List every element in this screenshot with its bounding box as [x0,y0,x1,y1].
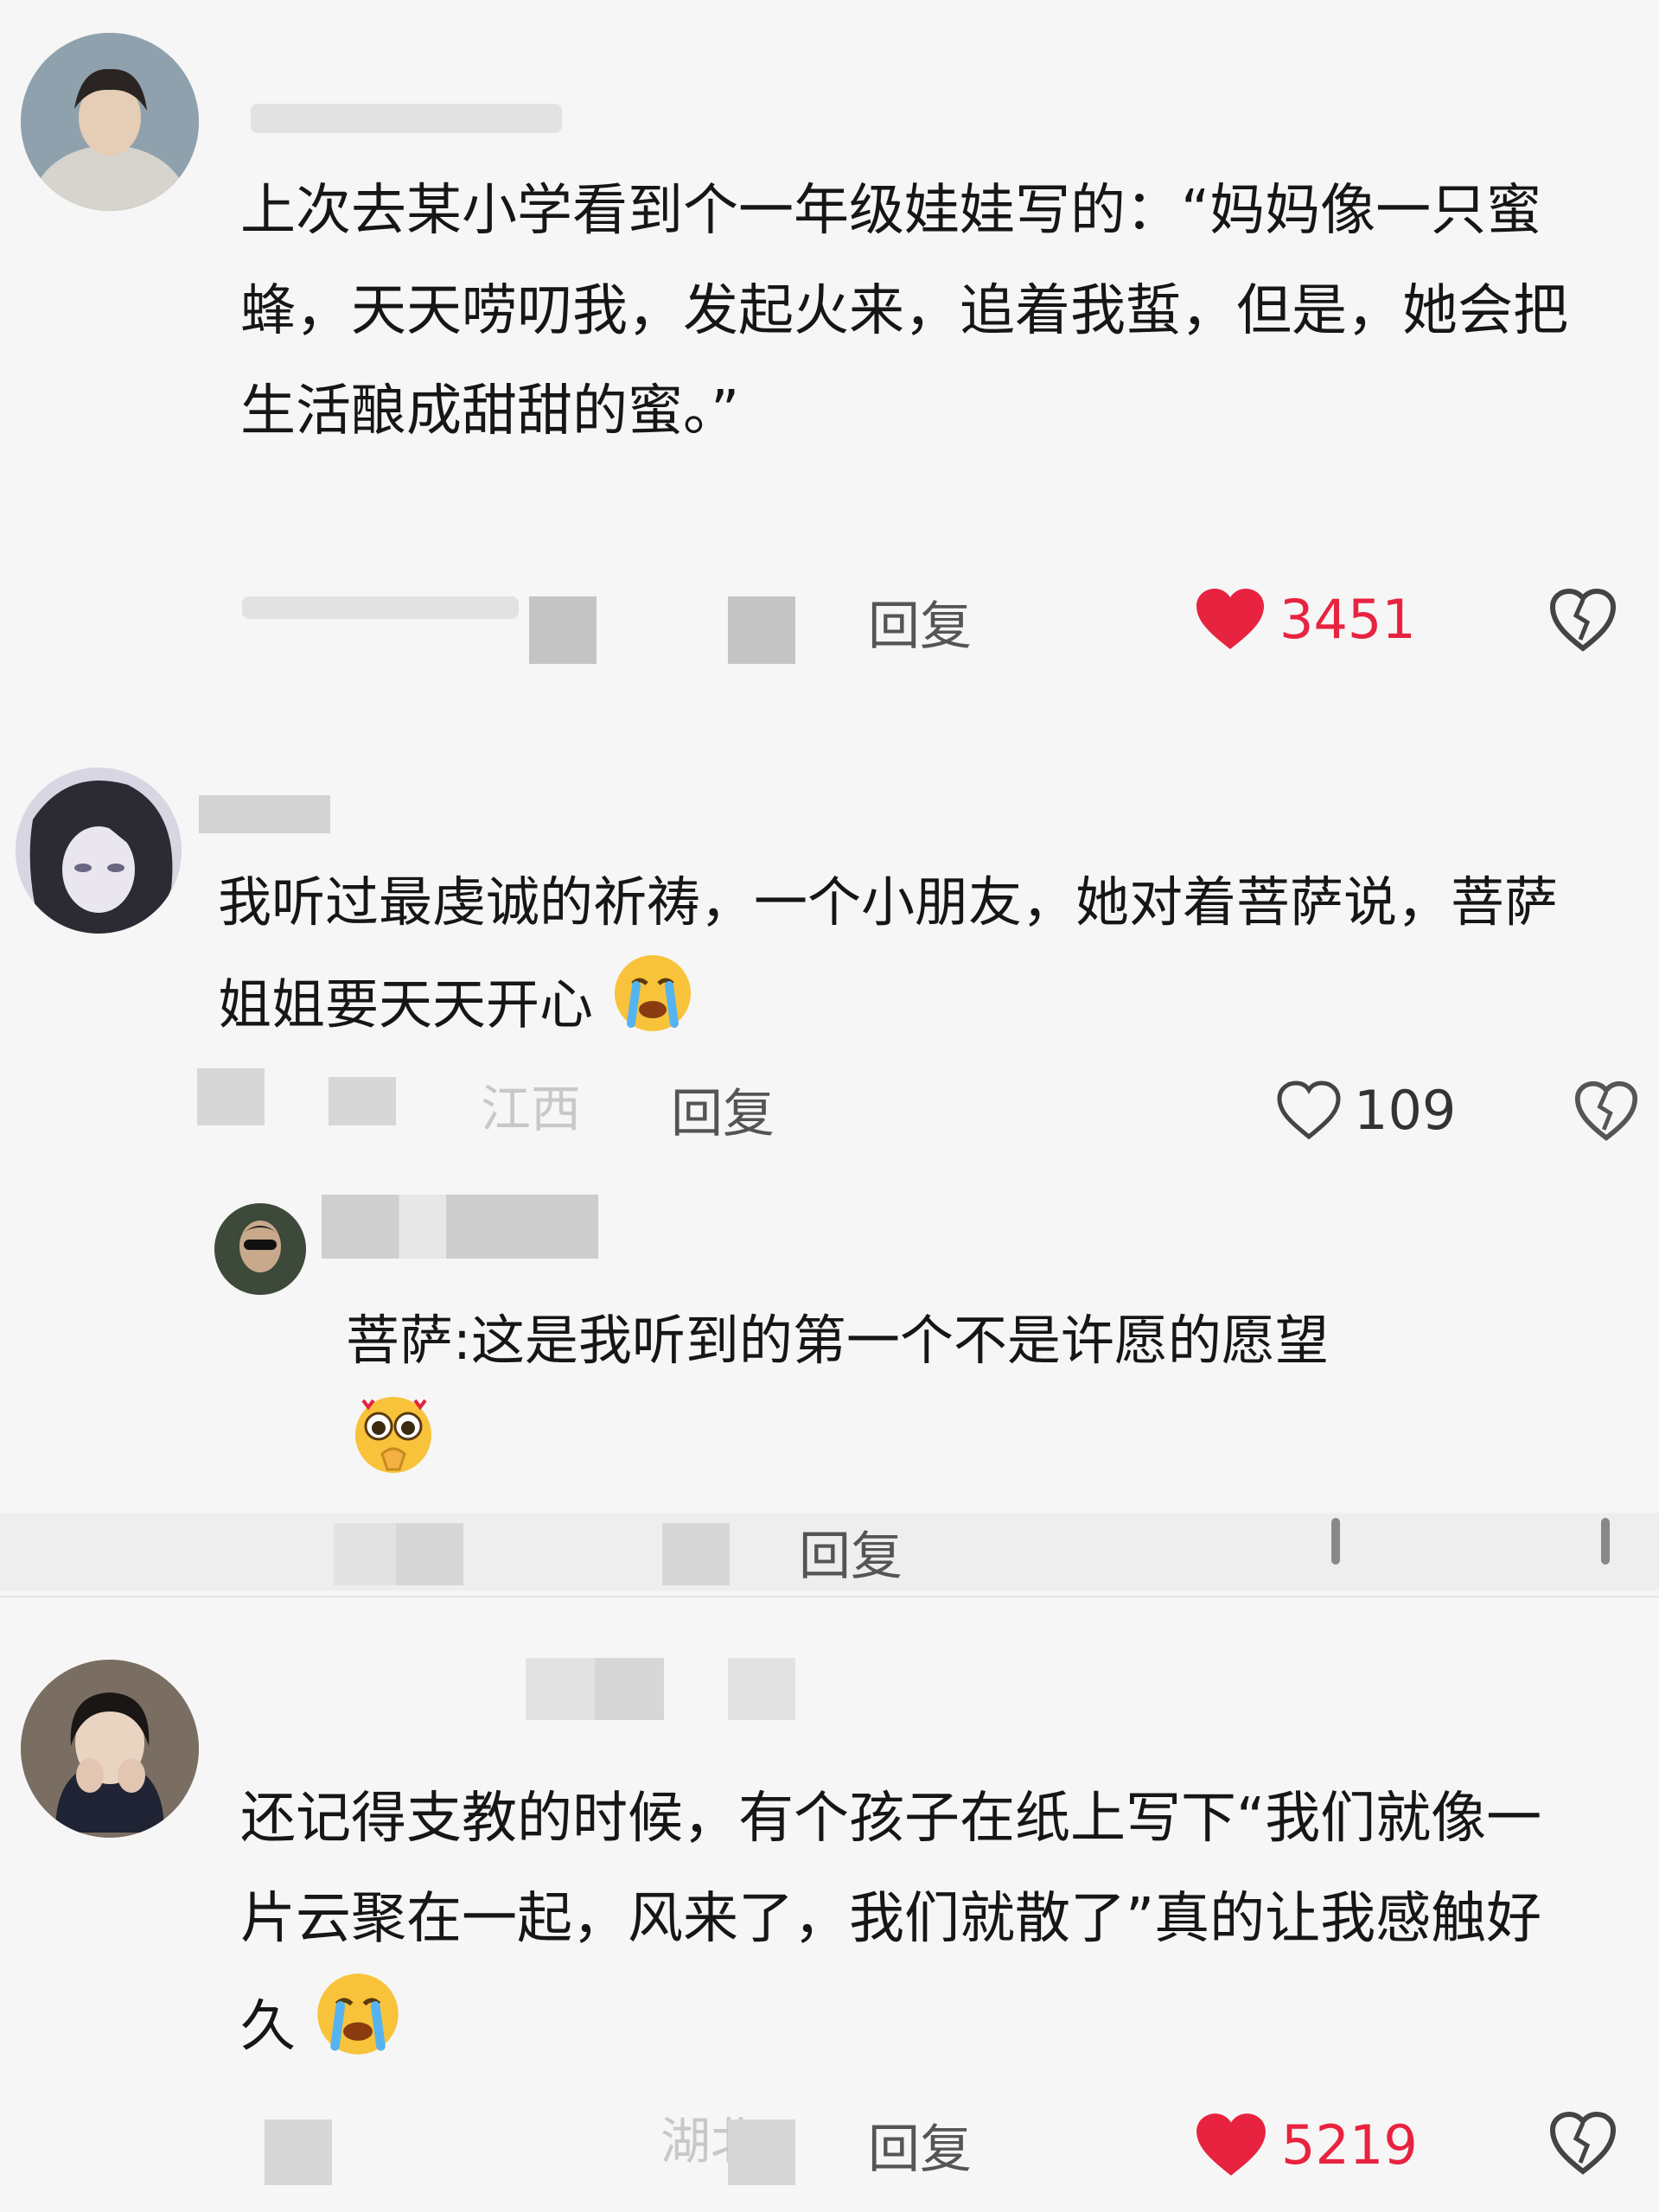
timestamp-blurred [242,596,519,619]
avatar[interactable] [16,768,182,934]
comment-text: 我听过最虔诚的祈祷，一个小朋友，她对着菩萨说，菩萨姐姐要天天开心 [218,854,1601,1066]
avatar-image [21,33,199,211]
location-mosaic [329,1077,396,1125]
username-mosaic[interactable] [728,1658,795,1720]
heart-filled-icon [1196,2113,1266,2176]
pleading-emoji [346,1388,441,1508]
broken-heart-icon [1549,588,1617,652]
username-mosaic[interactable] [199,795,330,833]
crying-emoji [610,951,695,1066]
reply-button[interactable]: 回复 [671,1072,775,1147]
reply-button[interactable]: 回复 [799,1514,903,1590]
reply-text: 菩萨:这是我听到的第一个不是许愿的愿望 [346,1293,1608,1508]
broken-heart-icon [1549,2111,1617,2175]
avatar[interactable] [21,33,199,211]
heart-outline-icon [1277,1081,1341,1140]
reply-button[interactable]: 回复 [868,2107,972,2183]
scroll-indicator [1601,1518,1610,1565]
dislike-button[interactable] [1547,2109,1618,2180]
reply-button[interactable]: 回复 [868,584,972,660]
timestamp-mosaic [197,1068,265,1125]
avatar-image [214,1203,306,1295]
location-mosaic [728,596,795,664]
comment-text: 上次去某小学看到个一年级娃娃写的：“妈妈像一只蜜蜂，天天唠叨我，发起火来，追着我… [240,179,1568,443]
reply-text-content: 菩萨:这是我听到的第一个不是许愿的愿望 [346,1309,1329,1372]
broken-heart-icon [1574,1081,1638,1141]
divider [0,1596,1659,1597]
scroll-indicator [1331,1518,1340,1565]
heart-filled-icon [1196,589,1264,649]
like-count: 109 [1354,1078,1457,1142]
location-mosaic [529,596,597,664]
comment-text-content: 还记得支教的时候，有个孩子在纸上写下“我们就像一片云聚在一起，风来了，我们就散了… [240,1787,1542,2060]
avatar-image [16,768,182,934]
location-mosaic [728,2120,795,2185]
dislike-button[interactable] [1547,586,1618,657]
crying-emoji [313,1969,403,2091]
like-button[interactable]: 109 [1274,1075,1456,1144]
avatar-image [21,1660,199,1838]
location-mosaic [662,1523,730,1585]
timestamp-mosaic [265,2120,332,2185]
comment-text: 还记得支教的时候，有个孩子在纸上写下“我们就像一片云聚在一起，风来了，我们就散了… [240,1769,1589,2091]
avatar[interactable] [21,1660,199,1838]
avatar[interactable] [214,1203,306,1295]
timestamp-mosaic [334,1523,396,1585]
dislike-button[interactable] [1572,1079,1641,1146]
like-count: 3451 [1279,587,1416,651]
username-blurred[interactable] [251,104,562,133]
username-mosaic[interactable] [595,1658,664,1720]
like-count: 5219 [1281,2113,1418,2177]
like-button[interactable]: 5219 [1193,2106,1418,2183]
username-mosaic[interactable] [526,1658,595,1720]
like-button[interactable]: 3451 [1193,584,1416,653]
location-fragment: 江西 [481,1080,582,1138]
username-mosaic[interactable] [322,1195,598,1259]
timestamp-mosaic [396,1523,463,1585]
comment-text-content: 我听过最虔诚的祈祷，一个小朋友，她对着菩萨说，菩萨姐姐要天天开心 [218,870,1559,1036]
